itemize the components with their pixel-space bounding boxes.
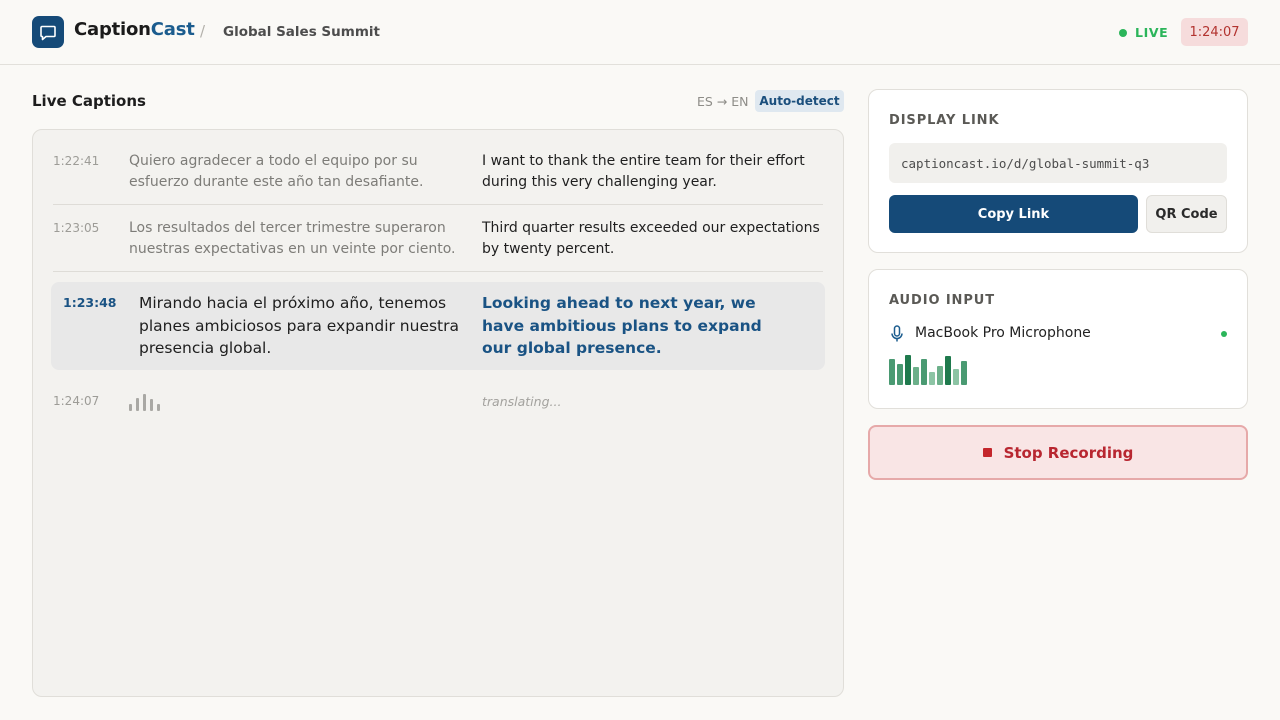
session-timer: 1:24:07 bbox=[1181, 18, 1248, 46]
breadcrumb-separator: / bbox=[200, 22, 206, 40]
audio-level-bar bbox=[905, 355, 911, 385]
audio-level-bar bbox=[897, 364, 903, 385]
caption-translation: I want to thank the entire team for thei… bbox=[482, 153, 805, 190]
audio-level-bar bbox=[937, 366, 943, 385]
device-status-dot bbox=[1221, 331, 1227, 337]
stop-recording-button[interactable]: Stop Recording bbox=[868, 425, 1248, 480]
caption-source: Mirando hacia el próximo año, tenemos pl… bbox=[139, 294, 460, 357]
audio-device-name[interactable]: MacBook Pro Microphone bbox=[915, 325, 1091, 341]
auto-detect-badge[interactable]: Auto-detect bbox=[755, 90, 844, 112]
audio-level-bar bbox=[929, 372, 935, 385]
live-captions-title: Live Captions bbox=[32, 92, 146, 110]
live-indicator: LIVE bbox=[1119, 25, 1168, 40]
audio-input-title: AUDIO INPUT bbox=[889, 293, 995, 308]
copy-link-button[interactable]: Copy Link bbox=[889, 195, 1138, 233]
microphone-icon bbox=[890, 325, 904, 343]
audio-level-bar bbox=[913, 367, 919, 385]
audio-level-bar bbox=[889, 359, 895, 385]
app-header: CaptionCast / Global Sales Summit LIVE 1… bbox=[0, 0, 1280, 65]
caption-source: Quiero agradecer a todo el equipo por su… bbox=[129, 153, 424, 190]
live-label: LIVE bbox=[1135, 25, 1169, 40]
display-link-url[interactable] bbox=[889, 143, 1227, 183]
qr-code-button[interactable]: QR Code bbox=[1146, 195, 1227, 233]
audio-wave-icon bbox=[129, 393, 160, 411]
audio-input-card: AUDIO INPUT MacBook Pro Microphone bbox=[868, 269, 1248, 409]
audio-level-bar bbox=[953, 369, 959, 385]
audio-level-bar bbox=[921, 359, 927, 385]
caption-timestamp: 1:24:07 bbox=[53, 394, 100, 408]
caption-translation: Third quarter results exceeded our expec… bbox=[482, 220, 820, 257]
chat-bubble-icon[interactable] bbox=[32, 16, 64, 48]
caption-row-active: 1:23:48 Mirando hacia el próximo año, te… bbox=[51, 282, 825, 370]
caption-row: 1:23:05 Los resultados del tercer trimes… bbox=[53, 218, 823, 272]
audio-level-meter bbox=[889, 353, 967, 385]
translating-status: translating... bbox=[482, 394, 562, 409]
caption-row: 1:22:41 Quiero agradecer a todo el equip… bbox=[53, 151, 823, 205]
stop-icon bbox=[982, 448, 992, 457]
caption-row-pending: 1:24:07 translating... bbox=[53, 392, 823, 414]
caption-source: Los resultados del tercer trimestre supe… bbox=[129, 220, 456, 257]
display-link-card: DISPLAY LINK Copy Link QR Code bbox=[868, 89, 1248, 253]
caption-timestamp: 1:22:41 bbox=[53, 154, 100, 168]
live-dot-icon bbox=[1119, 28, 1127, 37]
brand-name: CaptionCast bbox=[74, 19, 195, 40]
caption-timestamp: 1:23:05 bbox=[53, 221, 100, 235]
display-link-title: DISPLAY LINK bbox=[889, 113, 1000, 128]
event-name: Global Sales Summit bbox=[223, 24, 380, 40]
caption-translation: Looking ahead to next year, we have ambi… bbox=[482, 294, 762, 357]
audio-level-bar bbox=[945, 356, 951, 385]
language-pair: ES → EN bbox=[697, 94, 749, 109]
captions-panel: 1:22:41 Quiero agradecer a todo el equip… bbox=[32, 129, 844, 697]
stop-recording-label: Stop Recording bbox=[1003, 443, 1134, 462]
audio-level-bar bbox=[961, 361, 967, 385]
caption-timestamp: 1:23:48 bbox=[63, 295, 117, 310]
